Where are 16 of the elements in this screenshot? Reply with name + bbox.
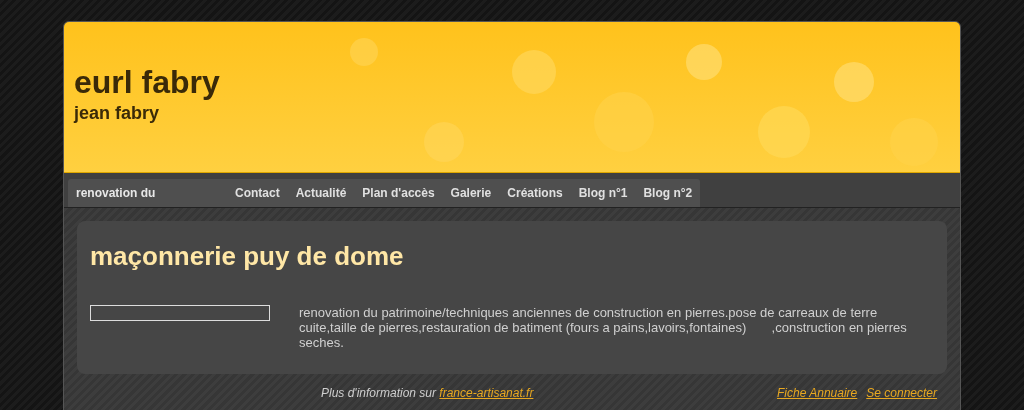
nav-link[interactable]: Blog n°2: [643, 186, 693, 200]
nav-link[interactable]: Plan d'accès: [362, 186, 435, 200]
footer-link[interactable]: Fiche Annuaire: [777, 386, 858, 400]
page-heading: maçonnerie puy de dome: [90, 241, 404, 272]
nav-link[interactable]: Contact: [235, 186, 280, 200]
nav-link[interactable]: Créations: [507, 186, 563, 200]
nav-link[interactable]: Actualité: [295, 186, 347, 200]
nav-link[interactable]: Galerie: [450, 186, 492, 200]
nav-label: renovation du: [76, 186, 157, 200]
site-subtitle: jean fabry: [74, 103, 161, 124]
info-text: Plus d'information sur: [321, 386, 436, 400]
site-link[interactable]: france-artisanat.fr: [439, 386, 534, 400]
site-title[interactable]: eurl fabry: [74, 64, 220, 101]
footer-link[interactable]: Se connecter: [866, 386, 937, 400]
description-text: renovation du patrimoine/techniques anciennes de construction en pierres.pose de carreaux de terre cuite,taille de pierres,restauration de batiment (fours a pains,lavoirs,fontaines) ,construction en pierres seches.: [299, 305, 908, 350]
nav-link[interactable]: Blog n°1: [578, 186, 628, 200]
